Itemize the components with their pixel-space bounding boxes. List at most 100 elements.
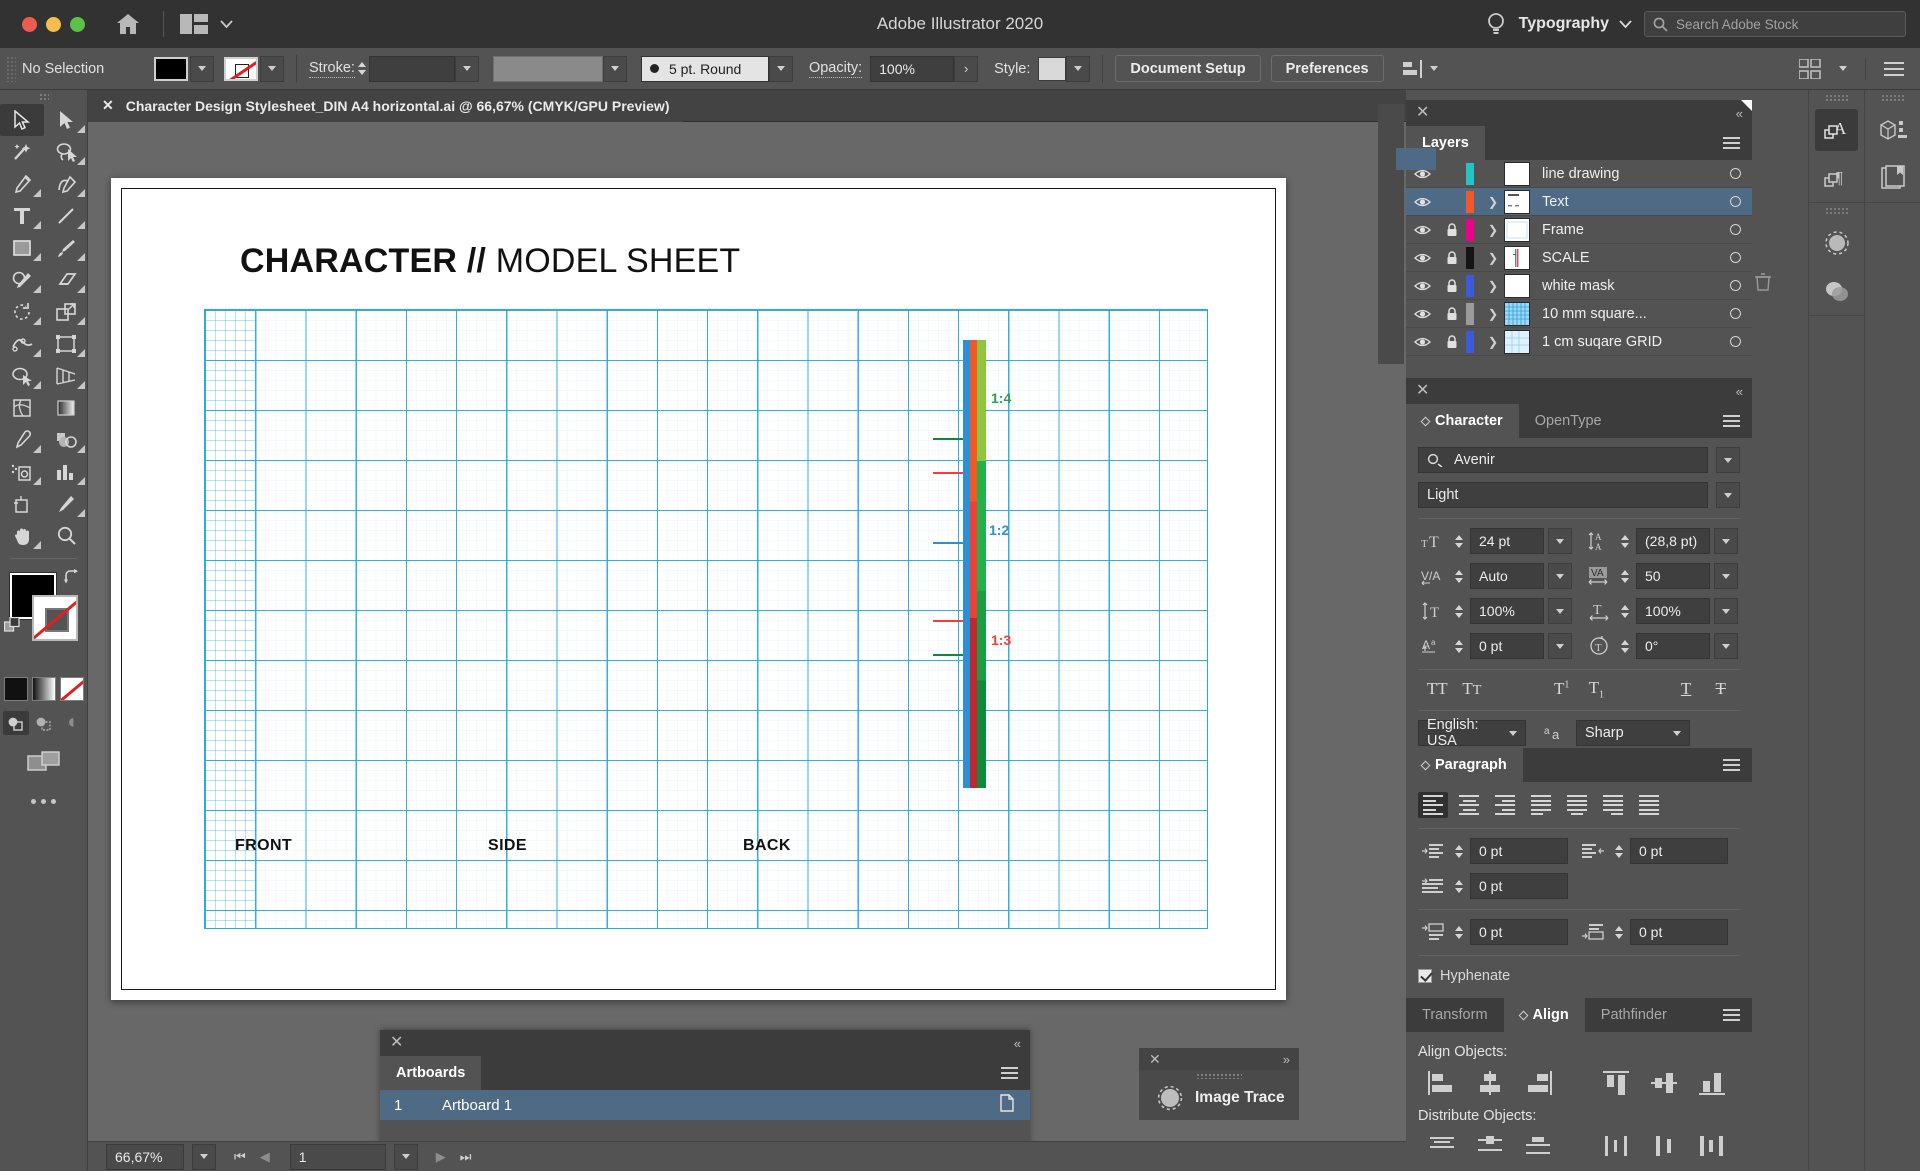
rail-grip[interactable] — [1809, 90, 1864, 106]
visibility-toggle-icon[interactable] — [1406, 252, 1438, 264]
subscript-button[interactable]: T1 — [1579, 678, 1614, 700]
preferences-button[interactable]: Preferences — [1270, 55, 1384, 82]
leading-stepper[interactable] — [1618, 534, 1632, 548]
baseline-shift-stepper[interactable] — [1452, 639, 1466, 653]
tool-eraser[interactable] — [44, 264, 88, 296]
lock-toggle-icon[interactable] — [1438, 334, 1466, 349]
layer-row[interactable]: ❯ 1 cm suqare GRID — [1406, 328, 1752, 356]
stroke-label[interactable]: Stroke: — [309, 60, 355, 78]
appearance-icon[interactable] — [1809, 219, 1864, 267]
stroke-weight-field[interactable] — [368, 55, 455, 82]
next-artboard-button[interactable]: ▶ — [436, 1149, 446, 1165]
opacity-label[interactable]: Opacity: — [808, 60, 863, 78]
previous-artboard-button[interactable]: ◀ — [260, 1149, 270, 1165]
space-before-stepper[interactable] — [1452, 925, 1466, 939]
character-styles-icon[interactable]: A — [1815, 109, 1858, 151]
collapse-icon[interactable]: « — [1736, 384, 1743, 399]
canvas-area[interactable]: CHARACTER // MODEL SHEET 1:4 1:2 1:3 FRO… — [88, 122, 1406, 1171]
layer-name[interactable]: Text — [1542, 194, 1718, 210]
zoom-level-dropdown[interactable] — [192, 1143, 216, 1170]
arrange-grid-icon[interactable] — [1799, 58, 1821, 79]
vertical-align-top-button[interactable] — [1592, 1070, 1640, 1096]
right-indent-field[interactable]: 0 pt — [1630, 838, 1728, 864]
stroke-color-swatch[interactable] — [224, 56, 258, 81]
new-artboard-icon[interactable] — [998, 1094, 1016, 1116]
layer-row[interactable]: ❯ 10 mm square... — [1406, 300, 1752, 328]
character-panel-menu-icon[interactable] — [1723, 404, 1752, 438]
tab-paragraph[interactable]: Paragraph — [1406, 748, 1523, 782]
baseline-shift-dropdown[interactable] — [1548, 633, 1572, 659]
align-left-button[interactable] — [1418, 792, 1448, 818]
stroke-weight-stepper[interactable] — [355, 62, 369, 75]
tools-panel-grip[interactable] — [0, 90, 87, 104]
vertical-align-center-button[interactable] — [1640, 1070, 1688, 1096]
distribute-left-button[interactable] — [1592, 1134, 1640, 1158]
font-size-stepper[interactable] — [1452, 534, 1466, 548]
visibility-toggle-icon[interactable] — [1406, 336, 1438, 348]
strikethrough-button[interactable]: T — [1703, 679, 1738, 699]
variable-width-profile[interactable] — [492, 55, 603, 82]
layer-name[interactable]: SCALE — [1542, 250, 1718, 266]
layer-expander[interactable]: ❯ — [1482, 307, 1504, 321]
layer-expander[interactable]: ❯ — [1482, 335, 1504, 349]
visibility-toggle-icon[interactable] — [1406, 196, 1438, 208]
panel-menu-icon[interactable] — [1884, 61, 1904, 77]
tool-rectangle[interactable] — [0, 232, 44, 264]
visibility-toggle-icon[interactable] — [1406, 308, 1438, 320]
font-style-select[interactable]: Light — [1418, 482, 1708, 508]
tool-blend[interactable] — [44, 424, 88, 456]
layer-target-button[interactable] — [1718, 252, 1752, 263]
tool-selection[interactable] — [0, 104, 44, 136]
vertical-scale-stepper[interactable] — [1452, 604, 1466, 618]
control-bar-grip[interactable] — [6, 55, 16, 82]
layer-row[interactable]: ❯ Text — [1406, 100, 1752, 216]
lock-toggle-icon[interactable] — [1438, 278, 1466, 293]
first-line-indent-field[interactable]: 0 pt — [1470, 873, 1568, 899]
home-icon[interactable] — [115, 12, 141, 36]
layer-row[interactable]: ❯ SCALE — [1406, 244, 1752, 272]
default-fill-stroke-icon[interactable] — [3, 616, 22, 639]
collapsed-panel-strip[interactable] — [1378, 104, 1404, 364]
close-icon[interactable]: ✕ — [1149, 1052, 1161, 1066]
underline-button[interactable]: T — [1669, 679, 1704, 699]
justify-all-button[interactable] — [1634, 792, 1664, 818]
tab-character[interactable]: Character — [1406, 404, 1519, 438]
kerning-dropdown[interactable] — [1548, 563, 1572, 589]
tool-hand[interactable] — [0, 520, 44, 552]
leading-dropdown[interactable] — [1714, 528, 1738, 554]
all-caps-button[interactable]: TT — [1420, 679, 1455, 699]
close-icon[interactable]: ✕ — [1416, 383, 1429, 399]
last-artboard-button[interactable]: ⏭ — [460, 1149, 472, 1165]
draw-inside-icon[interactable] — [59, 711, 85, 735]
layer-expander[interactable]: ❯ — [1482, 251, 1504, 265]
superscript-button[interactable]: T1 — [1544, 679, 1579, 699]
fill-dropdown-button[interactable] — [190, 55, 214, 82]
align-dropdown-caret[interactable] — [1429, 66, 1438, 71]
opacity-field[interactable]: 100% — [870, 55, 955, 82]
justify-last-right-button[interactable] — [1598, 792, 1628, 818]
distribute-right-button[interactable] — [1688, 1134, 1736, 1158]
first-artboard-button[interactable]: ⏮ — [234, 1149, 246, 1165]
tracking-field[interactable]: 50 — [1636, 563, 1710, 589]
layer-target-button[interactable] — [1718, 336, 1752, 347]
edit-toolbar-button[interactable] — [0, 799, 87, 804]
tool-scale[interactable] — [44, 296, 88, 328]
tab-pathfinder[interactable]: Pathfinder — [1585, 998, 1683, 1032]
lock-toggle-icon[interactable] — [1438, 250, 1466, 265]
justify-last-center-button[interactable] — [1562, 792, 1592, 818]
anti-alias-select[interactable]: Sharp — [1576, 720, 1690, 747]
graphic-style-dropdown[interactable] — [1066, 55, 1091, 82]
color-mode-gradient[interactable] — [31, 677, 56, 701]
tool-paintbrush[interactable] — [44, 232, 88, 264]
artboard-number-field[interactable]: 1 — [289, 1143, 386, 1170]
tool-slice[interactable] — [44, 488, 88, 520]
align-to-selection-icon[interactable] — [1402, 59, 1424, 79]
character-rotation-dropdown[interactable] — [1714, 633, 1738, 659]
visibility-toggle-icon[interactable] — [1406, 280, 1438, 292]
tool-free-transform[interactable] — [44, 328, 88, 360]
layer-row[interactable]: line drawing — [1406, 160, 1752, 188]
tab-artboards[interactable]: Artboards — [380, 1056, 482, 1090]
font-size-dropdown[interactable] — [1548, 528, 1572, 554]
leading-field[interactable]: (28,8 pt) — [1636, 528, 1710, 554]
kerning-stepper[interactable] — [1452, 569, 1466, 583]
